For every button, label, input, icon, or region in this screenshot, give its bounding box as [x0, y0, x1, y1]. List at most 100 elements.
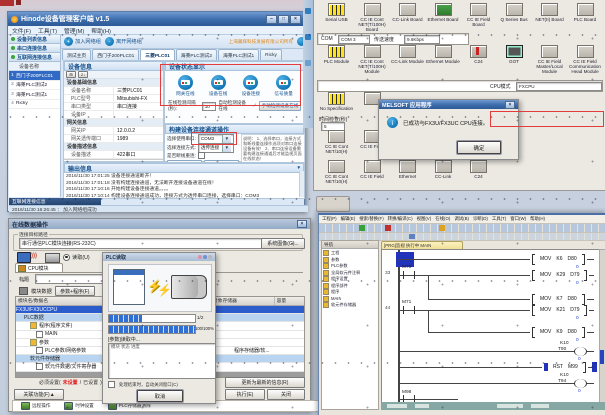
instruction-mov[interactable]: MOVK21D79 [530, 305, 589, 315]
interface-item[interactable]: Q Series Bus [497, 3, 532, 22]
menu-item[interactable]: 工具(T) [492, 216, 506, 222]
menu-item[interactable]: 诊断(D) [473, 216, 488, 222]
interface-item[interactable]: Ethernet Board [426, 3, 461, 22]
property-row[interactable]: 设备名称三菱PLC01 [64, 87, 163, 95]
row-checkbox[interactable] [36, 363, 43, 370]
manual-detect-button[interactable]: 手动检测设备在线 [259, 101, 301, 111]
menu-item[interactable]: 在线(O) [435, 216, 450, 222]
auto-detect-check-icon[interactable]: ✓ [252, 103, 257, 109]
menu-item[interactable]: 帮助(H) [530, 216, 545, 222]
property-row[interactable]: 设备描述422串口 [64, 151, 163, 159]
related-function-item[interactable]: 远程操作 [21, 402, 50, 410]
menu-item[interactable]: 调试(B) [454, 216, 469, 222]
interface-item[interactable]: Ethernet Module [426, 45, 461, 64]
monitor-icon[interactable] [439, 225, 445, 231]
menu-item[interactable]: 视图(V) [417, 216, 432, 222]
interface-item[interactable]: CC-Link Module [390, 45, 425, 64]
device-tab[interactable]: 测试主页 [62, 49, 91, 60]
operation-radio[interactable]: 读取(U) [63, 254, 90, 261]
device-tab[interactable]: 三菱PLC01 [140, 49, 175, 60]
ladder-canvas[interactable]: MOVK6D80 0 33 M70 MOVK29D79 0 MOVK7D80 0… [381, 249, 600, 403]
scrollbar-thumb[interactable] [600, 350, 604, 364]
related-functions-button[interactable]: 关联功能(F)▲ [14, 389, 64, 400]
melsoft-popup-titlebar[interactable]: MELSOFT 应用程序 × [379, 100, 518, 109]
minimize-button[interactable]: – [266, 15, 277, 24]
interface-item[interactable]: CC IE Field Board [461, 3, 496, 27]
property-row[interactable]: 设备描述信息 [64, 143, 163, 151]
navigation-header[interactable]: 导航 [322, 241, 378, 249]
device-tab[interactable]: 西门子200PLC01 [92, 49, 139, 60]
output-scrollbar[interactable] [299, 171, 304, 197]
contact-symbol[interactable] [403, 271, 415, 279]
menu-item[interactable]: 工程(P) [322, 216, 337, 222]
interface-item[interactable]: NET(II) Board [532, 3, 567, 22]
menu-item[interactable]: 帮助(H) [91, 26, 111, 35]
max-dot-icon[interactable] [203, 255, 207, 259]
contact-symbol[interactable] [403, 306, 415, 314]
gx-toolbar-row1[interactable] [319, 224, 605, 233]
param-program-button[interactable]: 参数+程序(F) [55, 286, 95, 296]
instruction-rst[interactable]: RSTM99 [542, 362, 588, 372]
station-item[interactable]: No Specification [319, 92, 354, 111]
dropdown-icon[interactable]: ▼ [222, 144, 231, 152]
sidebar-bottom-section[interactable]: 互联网连接信息 [9, 198, 101, 205]
instruction-mov[interactable]: MOVK29D79 [530, 270, 589, 280]
sidebar-section[interactable]: 设备列表信息 [9, 35, 60, 44]
coexist-item[interactable]: CC IE Cont NET/10(H) [319, 160, 354, 184]
coil-symbol[interactable] [574, 347, 587, 356]
close-icon[interactable]: × [505, 101, 515, 109]
hinode-titlebar[interactable]: Hinode设备管理客户端 v1.5 – □ × [8, 12, 304, 26]
device-tab[interactable]: 海莱PLC测试2 [176, 49, 217, 60]
menu-item[interactable]: 窗口(W) [510, 216, 526, 222]
com-value[interactable]: COM 3 [338, 35, 370, 44]
device-row[interactable]: 4 Ricky [9, 100, 60, 110]
interface-item[interactable]: GOT [497, 45, 532, 64]
menu-item[interactable]: 搜索/替换(F) [359, 216, 383, 222]
online-data-titlebar[interactable]: 在线数据操作 × [9, 219, 310, 229]
interface-item[interactable]: CC IE Cont NET(T/100H) Board [355, 3, 390, 32]
baud-value[interactable]: 9.6Kbps [404, 35, 440, 44]
row-checkbox[interactable] [36, 347, 43, 354]
contact-icon[interactable] [409, 234, 415, 239]
tree-item[interactable]: 软元件存储器 [323, 302, 377, 309]
cancel-button[interactable]: 取消 [137, 390, 183, 402]
menu-item[interactable]: 文件(F) [12, 26, 31, 35]
sort-az-icon[interactable]: 2↓ [78, 71, 88, 78]
interval-input[interactable]: 10 [202, 102, 217, 111]
menu-item[interactable]: 工具(T) [38, 26, 57, 35]
coil-symbol[interactable] [574, 379, 587, 388]
device-row[interactable]: 3 海莱PLC测试1 [9, 90, 60, 100]
close-dot-icon[interactable] [208, 255, 212, 259]
property-row[interactable]: PLC型号Mitsubishi-FX [64, 95, 163, 103]
instruction-mov[interactable]: MOVK9D80 [530, 327, 587, 337]
menu-item[interactable]: 转换/编译(C) [388, 216, 413, 222]
interface-item[interactable]: CC IE Cont NET(T/100H) Module [355, 45, 390, 74]
property-row[interactable]: 设备基础信息 [64, 79, 163, 87]
interface-item[interactable]: PLC Board [568, 3, 603, 22]
maximize-button[interactable]: □ [278, 15, 289, 24]
property-row[interactable]: 设备IP [64, 111, 163, 119]
interface-item[interactable]: PLC Module [319, 45, 354, 64]
stop-icon[interactable] [385, 225, 391, 231]
run-icon[interactable] [359, 225, 365, 231]
coexist-item[interactable]: CC IE Field [355, 160, 390, 179]
min-dot-icon[interactable] [198, 255, 202, 259]
mode-combo[interactable]: 透传连接▼ [198, 143, 234, 153]
cpu-mode-value[interactable]: FXCPU [516, 82, 602, 91]
refresh-button[interactable]: 更新为最新的信息(R) [225, 377, 305, 388]
reconnect-checkbox[interactable] [198, 152, 205, 159]
col-memory[interactable]: 对象存储器 [211, 297, 275, 305]
instruction-mov[interactable]: MOVK7D80 [530, 294, 587, 304]
network-item[interactable]: CC IE Cont NET/10(H) [319, 130, 354, 154]
execute-button[interactable]: 执行(E) [225, 389, 265, 400]
sidebar-section[interactable]: 串口连接信息 [9, 44, 60, 53]
property-row[interactable]: 网关信息 [64, 119, 163, 127]
auto-close-checkbox[interactable] [108, 381, 115, 388]
device-tab[interactable]: 海莱PLC测试1 [218, 49, 259, 60]
device-tab[interactable]: Ricky [260, 49, 282, 60]
join-group-button[interactable]: + 加入网络组 [64, 37, 101, 46]
interface-item[interactable]: Serial USB [319, 3, 354, 22]
close-icon[interactable]: × [297, 220, 307, 228]
system-image-button[interactable]: 系统图像(G)... [261, 238, 305, 249]
read-detail-list[interactable]: 模块 状态 进度 [108, 343, 216, 379]
